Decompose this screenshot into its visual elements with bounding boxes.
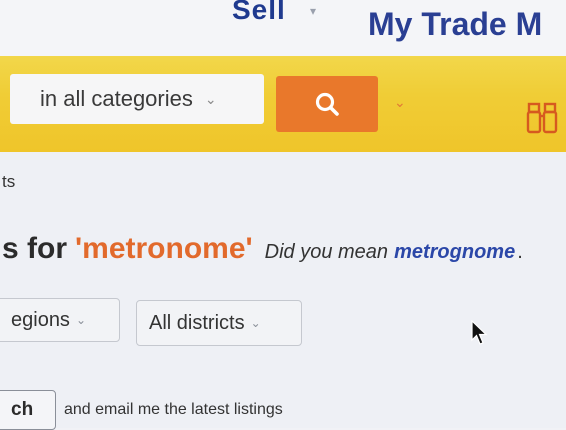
results-heading-prefix: s for: [2, 232, 68, 265]
did-you-mean-label: Did you mean: [264, 241, 389, 263]
district-select-value: All districts: [149, 311, 245, 334]
chevron-down-icon: ⌄: [204, 90, 217, 107]
suggestion-link[interactable]: metrognome: [394, 241, 515, 264]
save-search-description: and email me the latest listings: [64, 401, 283, 418]
save-search-button-label: ch: [11, 399, 34, 420]
chevron-down-icon: ⌄: [75, 313, 86, 327]
search-query: 'metronome': [75, 232, 253, 265]
category-select[interactable]: in all categories ⌄: [10, 74, 264, 124]
sell-link[interactable]: Sell: [232, 0, 286, 26]
region-select[interactable]: egions ⌄: [0, 298, 120, 342]
binoculars-icon[interactable]: [526, 100, 560, 136]
results-heading: s for 'metronome' Did you mean metrognom…: [2, 232, 523, 266]
region-select-value: egions: [11, 308, 70, 331]
tab-fragment[interactable]: ts: [2, 172, 15, 192]
category-select-label: in all categories: [40, 86, 193, 111]
mouse-cursor-icon: [471, 320, 488, 345]
chevron-down-icon: ⌄: [250, 316, 261, 330]
district-select[interactable]: All districts ⌄: [136, 300, 302, 346]
results-area: [0, 152, 566, 428]
chevron-down-icon[interactable]: ▾: [310, 4, 316, 18]
search-icon: [315, 92, 339, 116]
save-search-button[interactable]: ch: [0, 390, 56, 430]
chevron-down-icon[interactable]: ⌄: [394, 94, 406, 111]
suggestion-period: .: [517, 241, 523, 263]
my-trade-me-link[interactable]: My Trade M: [368, 6, 542, 43]
top-bar: Sell ▾ My Trade M: [0, 0, 566, 56]
search-button[interactable]: [276, 76, 378, 132]
